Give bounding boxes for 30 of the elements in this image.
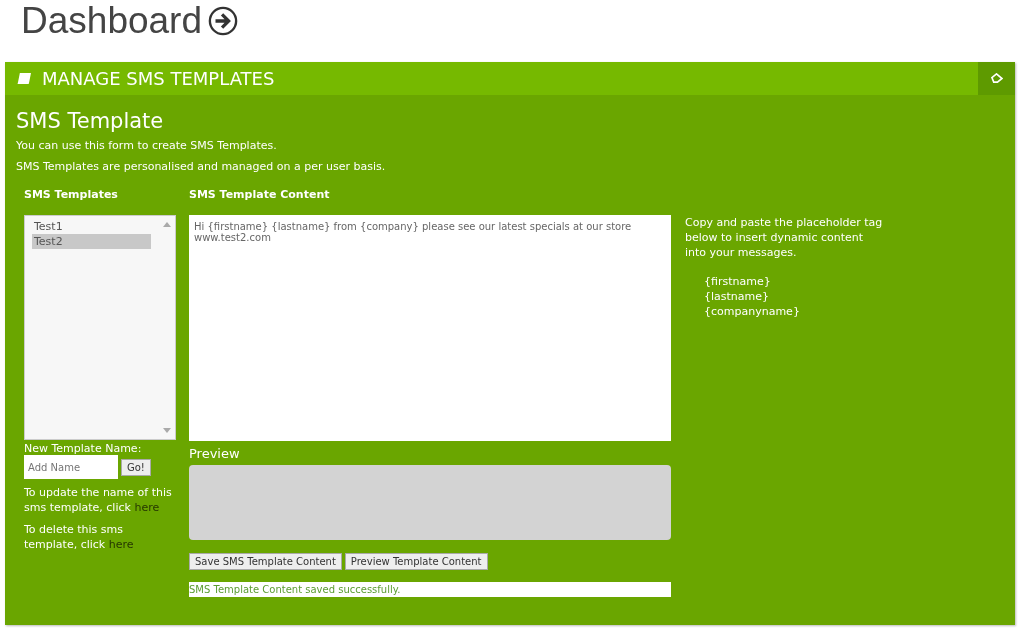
go-button[interactable]: Go! — [121, 458, 151, 476]
template-content-field[interactable]: Hi {firstname} {lastname} from {company} please see our latest specials at our store www.test2.com — [189, 215, 671, 441]
preview-label: Preview — [189, 446, 241, 461]
panel-title: MANAGE SMS TEMPLATES — [42, 68, 276, 89]
template-list-item[interactable]: Test1 — [32, 219, 151, 234]
column-label: SMS Templates — [24, 188, 119, 203]
arrow-circle-icon[interactable] — [208, 6, 238, 36]
intro-text: SMS Templates are personalised and managed on a per user basis. — [16, 160, 387, 174]
action-button[interactable]: Save SMS Template Content — [189, 553, 342, 570]
scroll-up-icon[interactable] — [163, 221, 171, 227]
help-text: Copy and paste the placeholder tag below to insert dynamic content into your messages. — [685, 215, 884, 260]
column-label: SMS Template Content — [189, 188, 331, 203]
template-list-item[interactable]: Test2 — [32, 234, 151, 249]
help-text: To update the name of this sms template, click here — [24, 485, 173, 515]
action-button[interactable]: Preview Template Content — [344, 553, 488, 570]
collapse-button[interactable] — [978, 62, 1015, 95]
help-text: To delete this sms template, click here — [24, 522, 135, 552]
here-link[interactable]: here — [108, 538, 134, 551]
page-title: Dashboard — [21, 0, 202, 42]
here-link[interactable]: here — [134, 501, 160, 514]
placeholder-tag: {firstname} — [704, 274, 885, 289]
section-title: SMS Template — [16, 109, 165, 133]
name-input-field[interactable]: Add Name — [24, 455, 118, 479]
placeholder-tag: {lastname} — [704, 289, 885, 304]
intro-text: You can use this form to create SMS Templates. — [16, 139, 278, 153]
placeholder-tag: {companyname} — [704, 304, 885, 319]
scroll-down-icon[interactable] — [163, 428, 171, 434]
status-message: SMS Template Content saved successfully. — [189, 582, 671, 597]
field-label: New Template Name: — [24, 442, 143, 455]
template-list[interactable]: Test1 Test2 — [24, 215, 176, 440]
